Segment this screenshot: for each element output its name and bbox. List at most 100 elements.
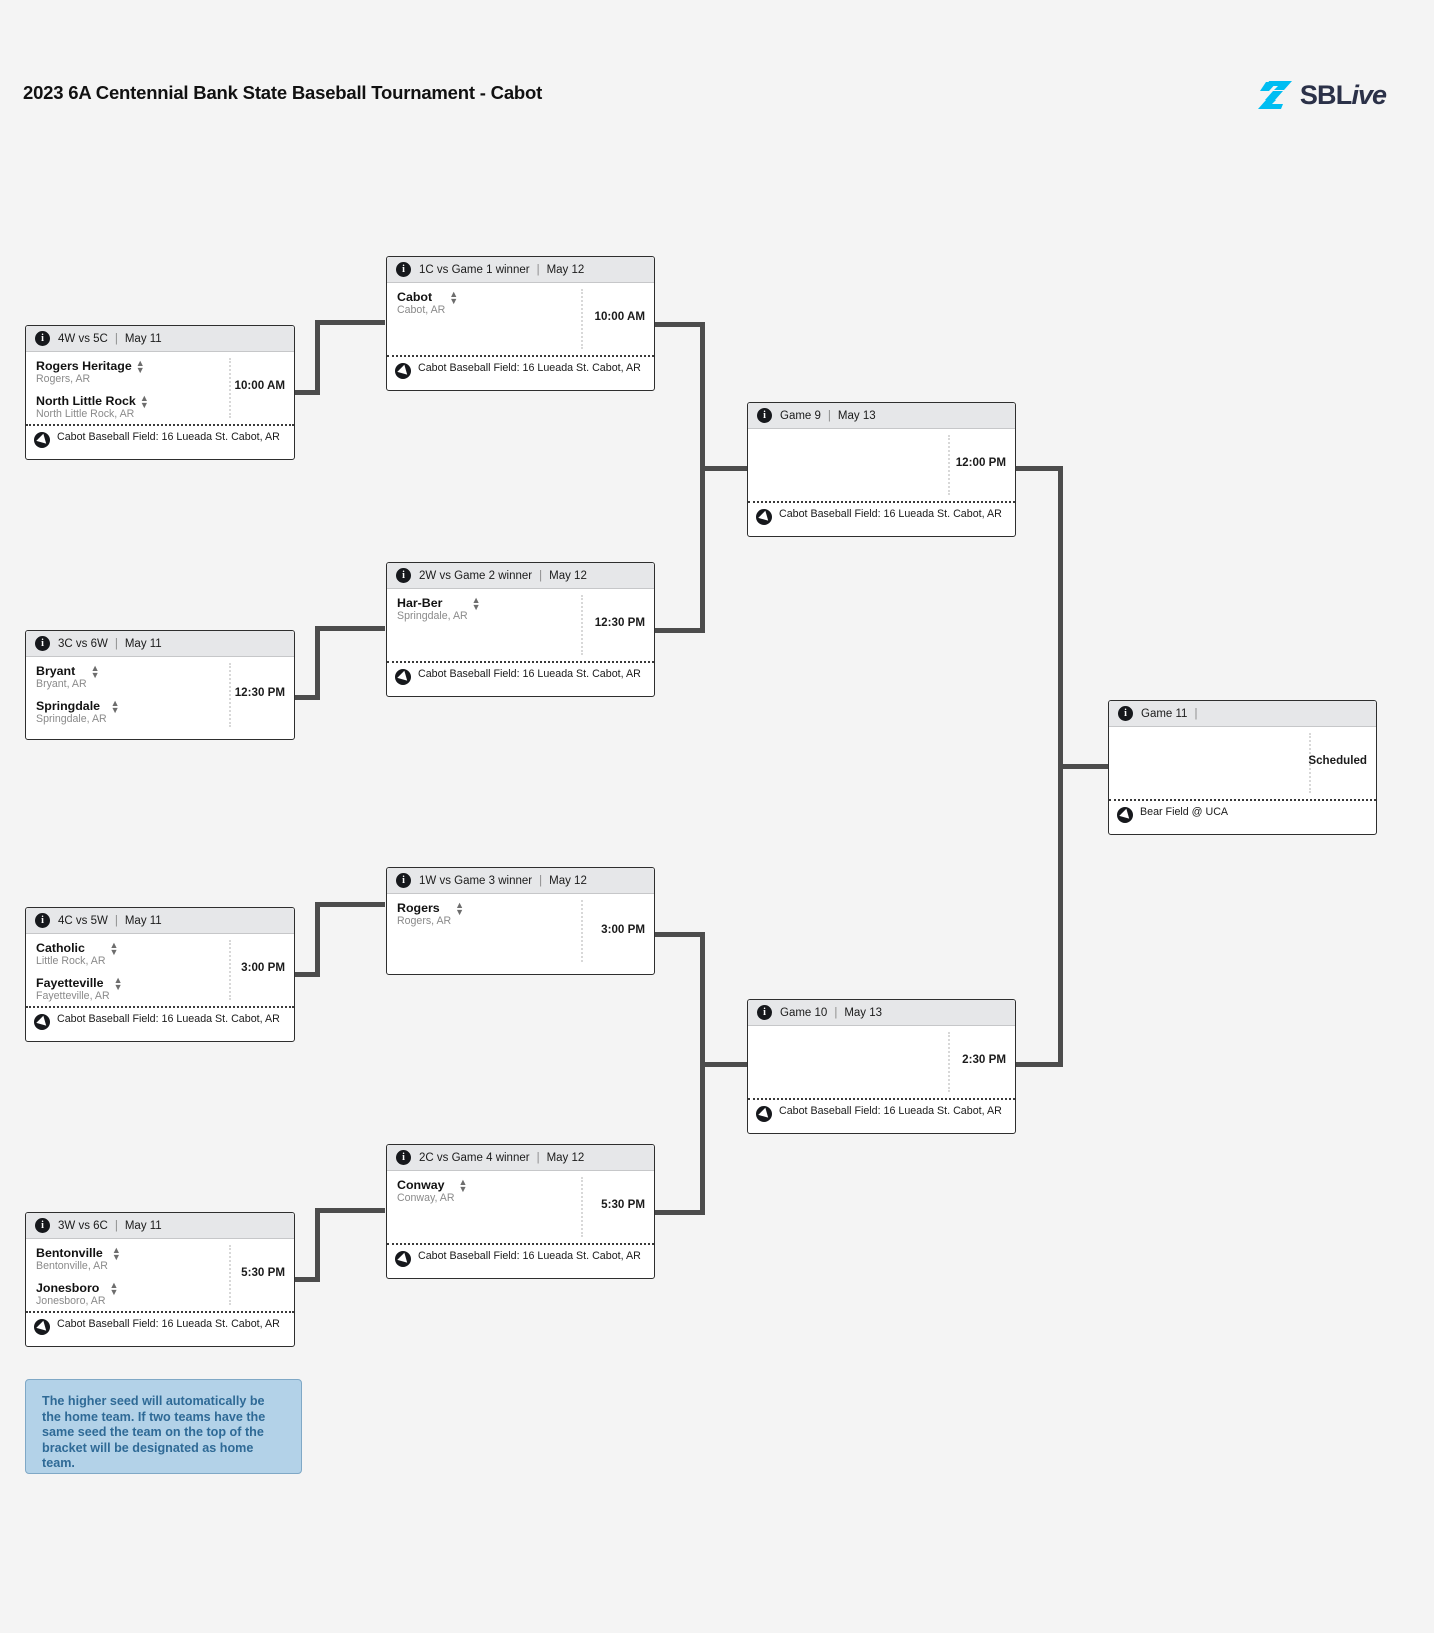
game-card-game8[interactable]: i 2C vs Game 4 winner | May 12 5:30 PM C…	[386, 1144, 655, 1279]
venue-row[interactable]: Cabot Baseball Field: 16 Lueada St. Cabo…	[26, 1311, 294, 1339]
connector-line	[655, 628, 705, 633]
info-icon[interactable]: i	[757, 408, 772, 423]
info-icon[interactable]: i	[35, 1218, 50, 1233]
header-separator: |	[1194, 707, 1198, 720]
venue-row[interactable]: Cabot Baseball Field: 16 Lueada St. Cabo…	[387, 355, 654, 383]
team-row[interactable]: Catholic Little Rock, AR ▲ ▼	[26, 940, 294, 970]
navigation-icon[interactable]	[756, 1106, 772, 1122]
info-icon[interactable]: i	[757, 1005, 772, 1020]
team-row-empty[interactable]	[387, 319, 654, 352]
team-city: Bentonville, AR	[36, 1260, 108, 1272]
game-card-body: 5:30 PM Bentonville Bentonville, AR ▲ ▼ J…	[26, 1239, 294, 1311]
team-name: Bryant	[36, 664, 76, 678]
venue-row[interactable]: Bear Field @ UCA	[1109, 799, 1376, 827]
venue-row[interactable]: Cabot Baseball Field: 16 Lueada St. Cabo…	[387, 661, 654, 689]
connector-line	[315, 1208, 320, 1282]
team-row-empty[interactable]	[748, 1032, 1015, 1065]
game-matchup-label: 2W vs Game 2 winner	[419, 569, 533, 582]
seed-spinner-icon[interactable]: ▲ ▼	[110, 1281, 119, 1297]
venue-row[interactable]: Cabot Baseball Field: 16 Lueada St. Cabo…	[748, 1098, 1015, 1126]
navigation-icon[interactable]	[756, 509, 772, 525]
team-row-empty[interactable]	[748, 435, 1015, 468]
header-separator: |	[114, 914, 118, 927]
seed-spinner-icon[interactable]: ▲ ▼	[114, 976, 123, 992]
header-separator: |	[539, 874, 543, 887]
game-card-header-text: 2C vs Game 4 winner | May 12	[419, 1152, 584, 1164]
info-icon[interactable]: i	[396, 873, 411, 888]
navigation-icon[interactable]	[395, 1251, 411, 1267]
navigation-icon[interactable]	[34, 1319, 50, 1335]
game-card-game2[interactable]: i 3C vs 6W | May 11 12:30 PM Bryant Brya…	[25, 630, 295, 740]
navigation-icon[interactable]	[34, 1014, 50, 1030]
game-card-header-text: 3C vs 6W | May 11	[58, 638, 162, 650]
team-row[interactable]: Springdale Springdale, AR ▲ ▼	[26, 698, 294, 728]
seed-spinner-icon[interactable]: ▲ ▼	[111, 699, 120, 715]
info-icon[interactable]: i	[35, 331, 50, 346]
team-row[interactable]: Fayetteville Fayetteville, AR ▲ ▼	[26, 975, 294, 1005]
connector-line	[315, 626, 385, 631]
info-icon[interactable]: i	[396, 1150, 411, 1165]
seed-spinner-icon[interactable]: ▲ ▼	[459, 1178, 468, 1194]
navigation-icon[interactable]	[1117, 807, 1133, 823]
team-row-empty[interactable]	[387, 1207, 654, 1240]
seed-spinner-icon[interactable]: ▲ ▼	[112, 1246, 121, 1262]
game-card-game11[interactable]: i Game 11 | Scheduled Bear Field @ UCA	[1108, 700, 1377, 835]
team-row[interactable]: Conway Conway, AR ▲ ▼	[387, 1177, 654, 1207]
seed-spinner-icon[interactable]: ▲ ▼	[109, 941, 118, 957]
game-card-game7[interactable]: i 1W vs Game 3 winner | May 12 3:00 PM R…	[386, 867, 655, 975]
seed-spinner-icon[interactable]: ▲ ▼	[140, 394, 149, 410]
info-icon[interactable]: i	[1118, 706, 1133, 721]
seed-spinner-icon[interactable]: ▲ ▼	[449, 290, 458, 306]
connector-line	[700, 932, 705, 1215]
team-row[interactable]: Har-Ber Springdale, AR ▲ ▼	[387, 595, 654, 625]
navigation-icon[interactable]	[395, 669, 411, 685]
team-row-empty[interactable]	[748, 468, 1015, 501]
navigation-icon[interactable]	[395, 363, 411, 379]
header-separator: |	[536, 1151, 540, 1164]
team-row[interactable]: Rogers Heritage Rogers, AR ▲ ▼	[26, 358, 294, 388]
venue-row[interactable]: Cabot Baseball Field: 16 Lueada St. Cabo…	[26, 424, 294, 452]
info-icon[interactable]: i	[396, 262, 411, 277]
connector-line	[315, 902, 320, 977]
seeding-note-box: The higher seed will automatically be th…	[25, 1379, 302, 1474]
info-icon[interactable]: i	[35, 913, 50, 928]
team-row-empty[interactable]	[387, 930, 654, 963]
game-card-game9[interactable]: i Game 9 | May 13 12:00 PM Cabot Basebal…	[747, 402, 1016, 537]
info-icon[interactable]: i	[396, 568, 411, 583]
team-row-empty[interactable]	[1109, 766, 1376, 799]
team-row[interactable]: Rogers Rogers, AR ▲ ▼	[387, 900, 654, 930]
game-card-header: i 3W vs 6C | May 11	[26, 1213, 294, 1239]
info-icon[interactable]: i	[35, 636, 50, 651]
game-card-game6[interactable]: i 2W vs Game 2 winner | May 12 12:30 PM …	[386, 562, 655, 697]
team-row-empty[interactable]	[1109, 733, 1376, 766]
seed-spinner-icon[interactable]: ▲ ▼	[455, 901, 464, 917]
game-card-header-text: Game 9 | May 13	[780, 410, 876, 422]
venue-row[interactable]: Cabot Baseball Field: 16 Lueada St. Cabo…	[387, 1243, 654, 1271]
team-row[interactable]: Jonesboro Jonesboro, AR ▲ ▼	[26, 1280, 294, 1310]
team-row[interactable]: North Little Rock North Little Rock, AR …	[26, 393, 294, 423]
team-row-empty[interactable]	[387, 625, 654, 658]
team-row[interactable]: Bryant Bryant, AR ▲ ▼	[26, 663, 294, 693]
team-city: Little Rock, AR	[36, 955, 106, 967]
venue-row[interactable]: Cabot Baseball Field: 16 Lueada St. Cabo…	[748, 501, 1015, 529]
team-city: Fayetteville, AR	[36, 990, 110, 1002]
team-row-empty[interactable]	[748, 1065, 1015, 1098]
game-card-game4[interactable]: i 3W vs 6C | May 11 5:30 PM Bentonville …	[25, 1212, 295, 1347]
seed-spinner-icon[interactable]: ▲ ▼	[91, 664, 100, 680]
game-matchup-label: Game 11	[1141, 707, 1188, 720]
connector-line	[655, 932, 705, 937]
game-card-game1[interactable]: i 4W vs 5C | May 11 10:00 AM Rogers Heri…	[25, 325, 295, 460]
game-card-game5[interactable]: i 1C vs Game 1 winner | May 12 10:00 AM …	[386, 256, 655, 391]
game-card-game3[interactable]: i 4C vs 5W | May 11 3:00 PM Catholic Lit…	[25, 907, 295, 1042]
game-matchup-label: 4C vs 5W	[58, 914, 108, 927]
seed-spinner-icon[interactable]: ▲ ▼	[136, 359, 145, 375]
sblive-logo[interactable]: SBL ive	[1257, 78, 1387, 112]
team-row[interactable]: Cabot Cabot, AR ▲ ▼	[387, 289, 654, 319]
venue-text: Cabot Baseball Field: 16 Lueada St. Cabo…	[779, 508, 1002, 520]
venue-row[interactable]: Cabot Baseball Field: 16 Lueada St. Cabo…	[26, 1006, 294, 1034]
venue-text: Cabot Baseball Field: 16 Lueada St. Cabo…	[57, 1318, 280, 1330]
navigation-icon[interactable]	[34, 432, 50, 448]
team-row[interactable]: Bentonville Bentonville, AR ▲ ▼	[26, 1245, 294, 1275]
game-card-game10[interactable]: i Game 10 | May 13 2:30 PM Cabot Basebal…	[747, 999, 1016, 1134]
seed-spinner-icon[interactable]: ▲ ▼	[472, 596, 481, 612]
